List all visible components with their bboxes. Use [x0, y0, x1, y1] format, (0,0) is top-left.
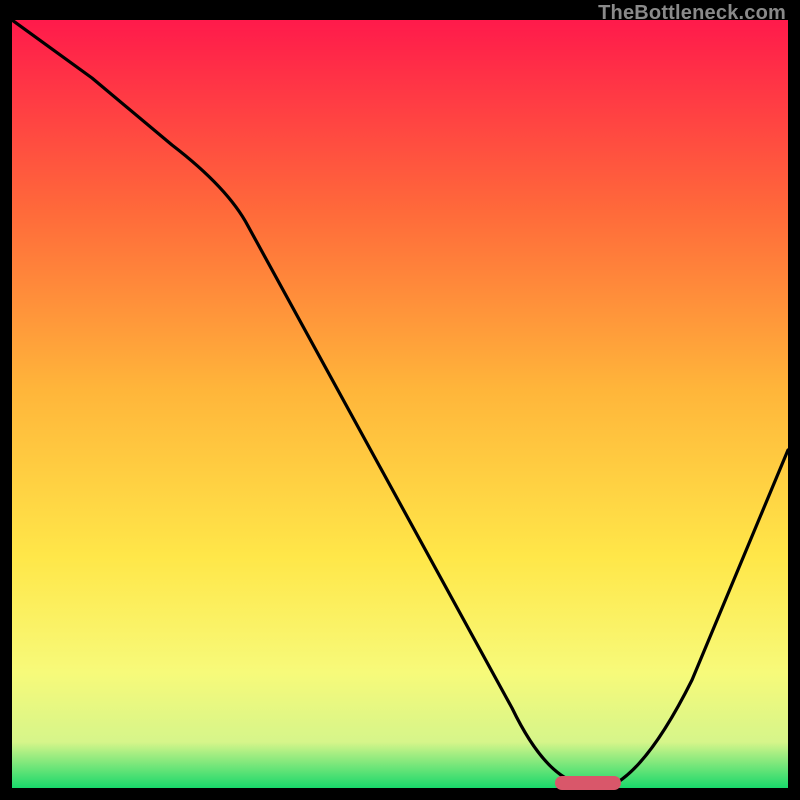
watermark-text: TheBottleneck.com	[598, 2, 786, 25]
plot-frame	[12, 20, 788, 788]
plot-svg	[12, 20, 788, 788]
optimal-range-marker	[555, 776, 621, 790]
gradient-background	[12, 20, 788, 788]
